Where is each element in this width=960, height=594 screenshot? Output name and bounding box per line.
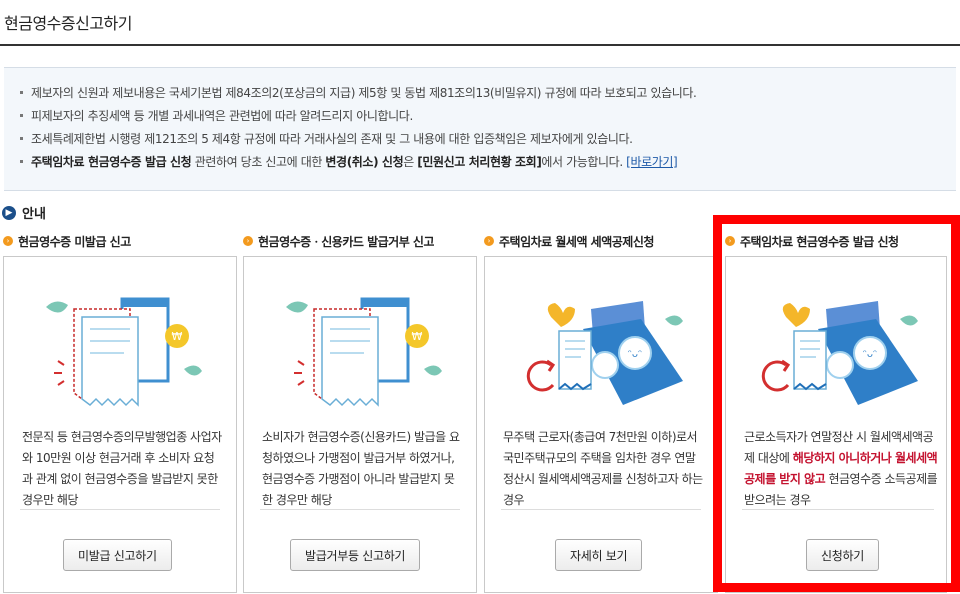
bullet-icon: [20, 90, 23, 94]
notice-box: 제보자의 신원과 제보내용은 국세기본법 제84조의2(포상금의 지급) 제5항…: [4, 67, 956, 191]
bullet-icon: [20, 136, 23, 140]
card-unissued-report: ₩ 전문직 등 현금영수증의무발행업종 사업자와 10만원 이상 현금거래 후 …: [3, 256, 237, 593]
card-title: 주택임차료 현금영수증 발급 신청: [740, 234, 899, 249]
bullet-icon: [20, 113, 23, 117]
section-label: 안내: [22, 207, 46, 222]
arrow-right-circle-icon: ▶: [2, 205, 16, 220]
card-description: 전문직 등 현금영수증의무발행업종 사업자와 10만원 이상 현금거래 후 소비…: [22, 430, 222, 507]
card-divider: [501, 509, 701, 510]
svg-text:₩: ₩: [172, 330, 183, 343]
chevron-right-bullet-icon: ›: [243, 236, 253, 246]
card-header: › 주택임차료 현금영수증 발급 신청: [725, 232, 959, 250]
chevron-right-bullet-icon: ›: [725, 236, 735, 246]
page-title: 현금영수증신고하기: [4, 14, 132, 33]
refusal-report-button[interactable]: 발급거부등 신고하기: [290, 539, 421, 571]
apply-button[interactable]: 신청하기: [806, 539, 879, 571]
notice-line-2: 피제보자의 추징세액 등 개별 과세내역은 관련법에 따라 알려드리지 아니합니…: [20, 105, 956, 128]
view-details-button[interactable]: 자세히 보기: [555, 539, 643, 571]
notice-line-1: 제보자의 신원과 제보내용은 국세기본법 제84조의2(포상금의 지급) 제5항…: [20, 82, 956, 105]
title-divider: [0, 44, 960, 46]
svg-text:ᵔᴗᵔ: ᵔᴗᵔ: [628, 349, 642, 360]
card-refusal-report: ₩ 소비자가 현금영수증(신용카드) 발급을 요청하였으나 가맹점이 발급거부 …: [243, 256, 477, 593]
card-description: 소비자가 현금영수증(신용카드) 발급을 요청하였으나 가맹점이 발급거부 하였…: [262, 430, 460, 507]
card-header: › 현금영수증ㆍ신용카드 발급거부 신고: [243, 232, 477, 250]
shortcut-link[interactable]: [바로가기]: [626, 155, 678, 169]
card-column-unissued-report: › 현금영수증 미발급 신고 ₩ 전문직 등 현금영수증의무발행업종 사업자와 …: [3, 232, 237, 593]
guide-section-header: ▶ 안내: [2, 203, 46, 222]
card-column-rent-deduction: › 주택임차료 월세액 세액공제신청 ᵔᴗᵔ 무주택 근로자(총급여 7천만원 …: [484, 232, 718, 593]
card-description: 무주택 근로자(총급여 7천만원 이하)로서 국민주택규모의 주택을 임차한 경…: [503, 430, 703, 507]
card-title: 현금영수증 미발급 신고: [18, 234, 131, 249]
card-title: 주택임차료 월세액 세액공제신청: [499, 234, 654, 249]
receipt-illustration-icon: ₩: [286, 297, 442, 407]
svg-text:ᵔᴗᵔ: ᵔᴗᵔ: [863, 349, 877, 360]
chevron-right-bullet-icon: ›: [484, 236, 494, 246]
house-rent-illustration-icon: ᵔᴗᵔ: [761, 301, 918, 405]
card-divider: [742, 509, 934, 510]
notice-line-3: 조세특례제한법 시행령 제121조의 5 제4항 규정에 따라 거래사실의 존재…: [20, 128, 956, 151]
receipt-illustration-icon: ₩: [46, 297, 202, 407]
card-column-rent-receipt-request: › 주택임차료 현금영수증 발급 신청 ᵔᴗᵔ 근로소득자가 연말정산 시 월세…: [725, 232, 959, 593]
card-title: 현금영수증ㆍ신용카드 발급거부 신고: [258, 234, 434, 249]
card-description: 근로소득자가 연말정산 시 월세액세액공제 대상에 해당하지 아니하거나 월세세…: [744, 430, 938, 507]
unissued-report-button[interactable]: 미발급 신고하기: [63, 539, 172, 571]
card-divider: [20, 509, 220, 510]
card-column-refusal-report: › 현금영수증ㆍ신용카드 발급거부 신고 ₩ 소비자가 현금영수증(신용카드) …: [243, 232, 477, 593]
svg-text:₩: ₩: [412, 330, 423, 343]
card-rent-receipt-request: ᵔᴗᵔ 근로소득자가 연말정산 시 월세액세액공제 대상에 해당하지 아니하거나…: [725, 256, 947, 593]
notice-line-4: 주택임차료 현금영수증 발급 신청 관련하여 당초 신고에 대한 변경(취소) …: [20, 151, 956, 174]
card-header: › 현금영수증 미발급 신고: [3, 232, 237, 250]
house-rent-illustration-icon: ᵔᴗᵔ: [526, 301, 683, 405]
bullet-icon: [20, 159, 23, 163]
card-divider: [260, 509, 460, 510]
chevron-right-bullet-icon: ›: [3, 236, 13, 246]
card-rent-deduction: ᵔᴗᵔ 무주택 근로자(총급여 7천만원 이하)로서 국민주택규모의 주택을 임…: [484, 256, 718, 593]
card-header: › 주택임차료 월세액 세액공제신청: [484, 232, 718, 250]
